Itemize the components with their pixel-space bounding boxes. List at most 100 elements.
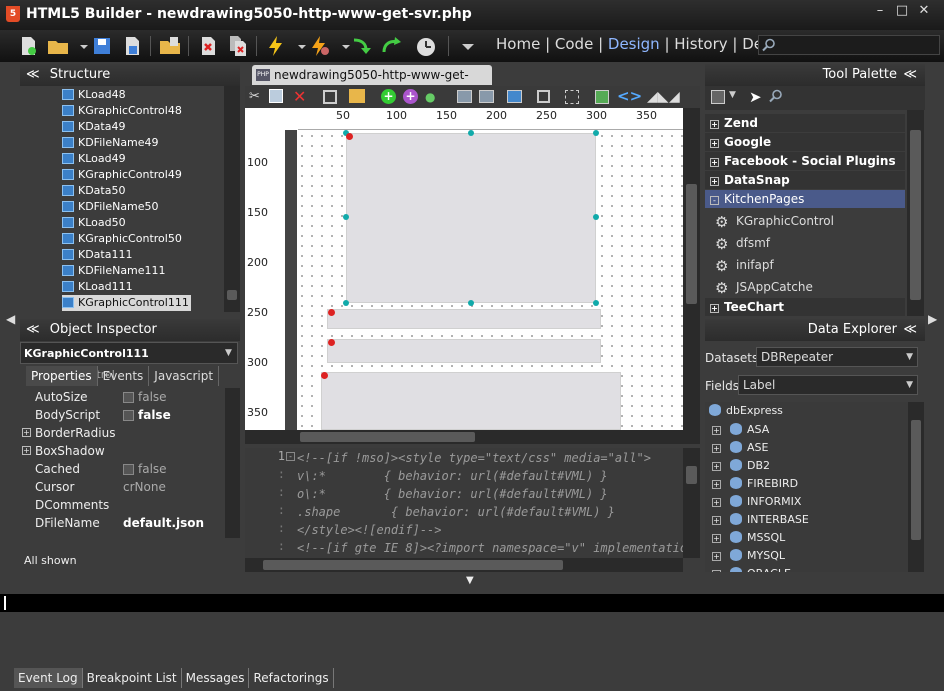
- folder-icon[interactable]: [349, 89, 365, 103]
- collapse-bottom-icon[interactable]: ▼: [466, 575, 474, 586]
- component-marker[interactable]: [328, 339, 335, 346]
- palette-category[interactable]: + Zend: [705, 114, 905, 132]
- inspector-tab-events[interactable]: Events: [98, 366, 150, 386]
- inspector-tab-javascript[interactable]: Javascript: [149, 366, 220, 386]
- structure-scrollbar[interactable]: [224, 86, 240, 312]
- open-project-icon[interactable]: [158, 34, 182, 58]
- bottom-tab[interactable]: Breakpoint List: [83, 668, 182, 688]
- check-icon[interactable]: [595, 90, 609, 104]
- canvas-horizontal-scrollbar[interactable]: [245, 430, 683, 444]
- palette-category[interactable]: + TeeChart: [705, 298, 905, 316]
- palette-item[interactable]: ⚙ inifapf: [715, 255, 774, 275]
- structure-item[interactable]: KGraphicControl49: [62, 167, 182, 183]
- tool-palette-header[interactable]: Tool Palette ≪: [705, 64, 925, 86]
- expand-icon[interactable]: +: [22, 428, 31, 437]
- palette-category[interactable]: + DataSnap: [705, 171, 905, 189]
- frame-icon[interactable]: [537, 90, 550, 103]
- resize-handle[interactable]: [468, 130, 474, 136]
- code-toggle-icon[interactable]: <>: [617, 87, 642, 105]
- driver-item[interactable]: + MYSQL: [712, 547, 785, 565]
- driver-item[interactable]: + ASE: [712, 439, 768, 457]
- new-file-icon[interactable]: [16, 34, 40, 58]
- design-surface[interactable]: [297, 130, 683, 430]
- property-value[interactable]: crNone: [123, 478, 166, 496]
- driver-item[interactable]: + ORACLE: [712, 565, 791, 572]
- collapse-right-icon[interactable]: ▶: [928, 312, 937, 326]
- run-icon[interactable]: [264, 34, 288, 58]
- driver-item[interactable]: + DB2: [712, 457, 770, 475]
- fields-select[interactable]: Label ▼: [738, 375, 918, 395]
- datasets-select[interactable]: DBRepeater ▼: [756, 347, 918, 367]
- resize-handle[interactable]: [343, 300, 349, 306]
- code-line[interactable]: <!--[if gte IE 8]><?import namespace="v"…: [297, 539, 683, 557]
- search-input[interactable]: [758, 35, 940, 55]
- property-row[interactable]: + BorderRadius: [20, 424, 225, 442]
- palette-item[interactable]: ⚙ JSAppCatche: [715, 277, 813, 297]
- bottom-tab[interactable]: Messages: [182, 668, 250, 688]
- chevron-down-icon[interactable]: [456, 34, 474, 58]
- structure-item[interactable]: KLoad50: [62, 215, 126, 231]
- minimize-icon[interactable]: –: [870, 3, 890, 19]
- object-inspector-header[interactable]: ≪ Object Inspector: [20, 319, 240, 341]
- graphic-control-selected[interactable]: [346, 133, 596, 303]
- bring-front-icon[interactable]: [507, 90, 522, 103]
- search-icon[interactable]: [769, 89, 783, 103]
- palette-category[interactable]: + Facebook - Social Plugins: [705, 152, 905, 170]
- code-preview[interactable]: 1 <!--[if !mso]><style type="text/css" me…: [245, 448, 683, 558]
- driver-item[interactable]: + FIREBIRD: [712, 475, 798, 493]
- bottom-tab[interactable]: Event Log: [14, 668, 83, 688]
- save-icon[interactable]: [90, 34, 114, 58]
- property-row[interactable]: + BoxShadow: [20, 442, 225, 460]
- cut-icon[interactable]: ✂: [249, 89, 260, 104]
- save-all-icon[interactable]: [120, 34, 144, 58]
- structure-item[interactable]: KDFileName49: [62, 135, 159, 151]
- code-horizontal-scrollbar[interactable]: [245, 558, 683, 572]
- tree-root[interactable]: dbExpress: [709, 404, 783, 417]
- copy-icon[interactable]: [269, 89, 283, 103]
- palette-category[interactable]: - KitchenPages: [705, 190, 905, 208]
- add-component-icon[interactable]: +: [403, 89, 418, 104]
- chevron-down-icon[interactable]: [72, 34, 88, 58]
- flip-horizontal-icon[interactable]: ◢◣: [647, 89, 669, 105]
- structure-item[interactable]: KData111: [62, 247, 132, 263]
- code-line[interactable]: o\:* { behavior: url(#default#VML) }: [297, 485, 608, 503]
- chevron-down-icon[interactable]: [334, 34, 350, 58]
- structure-item[interactable]: KLoad48: [62, 87, 126, 103]
- pause-timer-icon[interactable]: [414, 34, 438, 58]
- checkbox[interactable]: [123, 392, 134, 403]
- fold-icon[interactable]: -: [286, 452, 295, 461]
- chevron-down-icon[interactable]: ▼: [729, 90, 736, 100]
- palette-item[interactable]: ⚙ KGraphicControl: [715, 211, 834, 231]
- close-all-icon[interactable]: [226, 34, 250, 58]
- graphic-control[interactable]: [327, 339, 601, 363]
- palette-scrollbar[interactable]: [907, 110, 924, 316]
- resize-handle[interactable]: [593, 130, 599, 136]
- object-selector[interactable]: KGraphicControl111 KGraphicControl ▼: [20, 342, 238, 381]
- close-file-icon[interactable]: [196, 34, 220, 58]
- nav-history[interactable]: History: [674, 35, 727, 53]
- code-line[interactable]: </style><![endif]-->: [297, 521, 442, 539]
- document-tab[interactable]: PHP newdrawing5050-http-www-get-svr.php: [252, 65, 492, 102]
- nav-home[interactable]: Home: [496, 35, 540, 53]
- component-marker[interactable]: [346, 133, 353, 140]
- open-folder-icon[interactable]: [46, 34, 70, 58]
- run-debug-icon[interactable]: [308, 34, 332, 58]
- inspector-scrollbar[interactable]: [225, 388, 240, 538]
- resize-handle[interactable]: [593, 300, 599, 306]
- driver-item[interactable]: + INTERBASE: [712, 511, 809, 529]
- graphic-control[interactable]: [321, 372, 621, 430]
- property-row[interactable]: Cursor crNone: [20, 478, 225, 496]
- step-into-icon[interactable]: [350, 34, 374, 58]
- flip-vertical-icon[interactable]: ◢: [669, 89, 680, 105]
- delete-icon[interactable]: ✕: [293, 87, 306, 106]
- palette-view-icon[interactable]: [711, 90, 725, 104]
- explorer-scrollbar[interactable]: [908, 402, 924, 572]
- graphic-control[interactable]: [327, 309, 601, 329]
- canvas-vertical-scrollbar[interactable]: [683, 108, 700, 444]
- close-icon[interactable]: ✕: [914, 3, 934, 19]
- maximize-icon[interactable]: □: [892, 3, 912, 19]
- resize-handle[interactable]: [343, 214, 349, 220]
- component-marker[interactable]: [328, 309, 335, 316]
- property-row[interactable]: AutoSize false: [20, 388, 225, 406]
- property-value[interactable]: false: [123, 388, 167, 406]
